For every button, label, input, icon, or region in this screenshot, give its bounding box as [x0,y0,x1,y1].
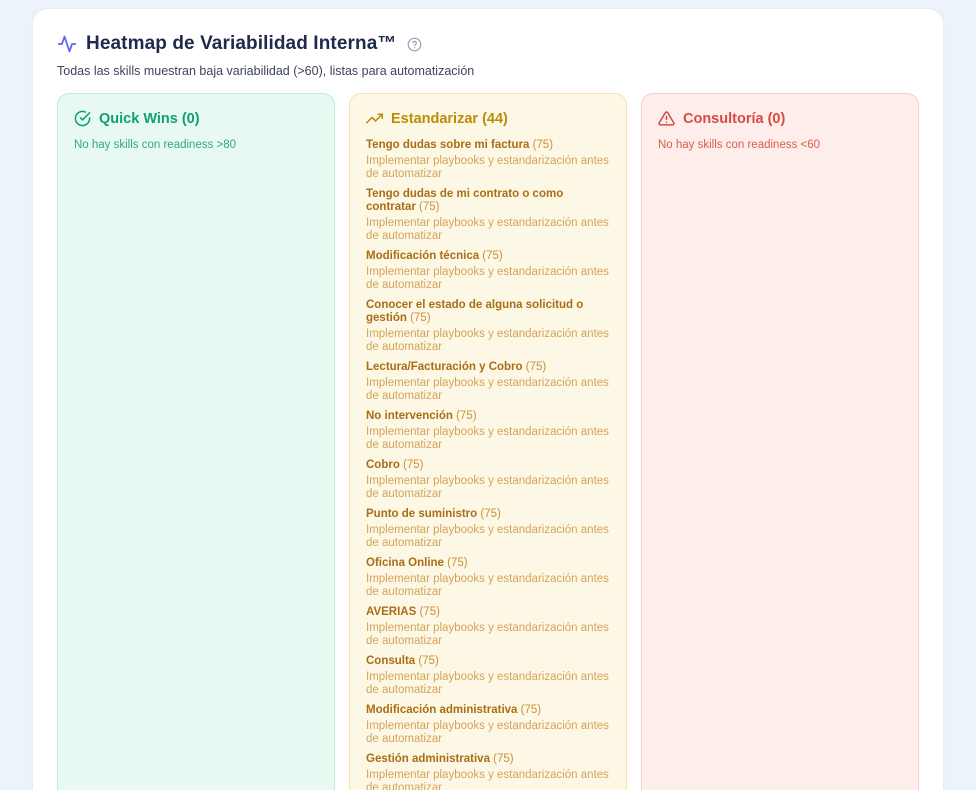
skill-item: Consulta (75) Implementar playbooks y est… [366,655,610,697]
skill-score: (75) [416,606,440,618]
skill-score: (75) [400,459,424,471]
skill-note: Implementar playbooks y estandarización … [366,377,610,403]
skill-score: (75) [517,704,541,716]
skill-name: Tengo dudas de mi contrato o como contra… [366,188,563,213]
skill-note: Implementar playbooks y estandarización … [366,573,610,599]
empty-state-text: No hay skills con readiness <60 [658,139,902,151]
skill-name: Lectura/Facturación y Cobro [366,361,523,373]
heatmap-card: Heatmap de Variabilidad Interna™ Todas l… [32,8,944,790]
skill-name: No intervención [366,410,453,422]
skill-item: AVERIAS (75) Implementar playbooks y esta… [366,606,610,648]
skill-note: Implementar playbooks y estandarización … [366,671,610,697]
skill-item: No intervención (75) Implementar playbook… [366,410,610,452]
page: { "header": { "title": "Heatmap de Varia… [0,8,976,790]
skill-score: (75) [415,655,439,667]
skill-item: Modificación técnica (75) Implementar pla… [366,250,610,292]
skill-name: Gestión administrativa [366,753,490,765]
page-subtitle: Todas las skills muestran baja variabili… [57,64,919,78]
skill-note: Implementar playbooks y estandarización … [366,328,610,354]
skill-score: (75) [529,139,553,151]
alert-triangle-icon [658,110,675,127]
column-title: Quick Wins (0) [99,111,200,127]
skill-note: Implementar playbooks y estandarización … [366,622,610,648]
activity-icon [57,34,77,54]
skill-item: Lectura/Facturación y Cobro (75) Implemen… [366,361,610,403]
skill-item: Modificación administrativa (75) Implemen… [366,704,610,746]
skill-name: AVERIAS [366,606,416,618]
page-title: Heatmap de Variabilidad Interna™ [86,33,396,55]
skill-note: Implementar playbooks y estandarización … [366,524,610,550]
estandarizar-column: Estandarizar (44) Tengo dudas sobre mi f… [349,93,627,790]
skill-item: Tengo dudas sobre mi factura (75) Impleme… [366,139,610,181]
skill-name: Modificación técnica [366,250,479,262]
skill-name: Consulta [366,655,415,667]
skill-item: Gestión administrativa (75) Implementar p… [366,753,610,790]
check-circle-icon [74,110,91,127]
skill-name: Punto de suministro [366,508,477,520]
columns-grid: Quick Wins (0) No hay skills con readine… [57,93,919,790]
skill-name: Oficina Online [366,557,444,569]
skill-note: Implementar playbooks y estandarización … [366,475,610,501]
skill-item: Tengo dudas de mi contrato o como contra… [366,188,610,243]
skill-item: Conocer el estado de alguna solicitud o … [366,299,610,354]
column-header: Estandarizar (44) [366,110,610,127]
column-title: Consultoría (0) [683,111,785,127]
skill-item: Oficina Online (75) Implementar playbooks… [366,557,610,599]
skill-score: (75) [416,201,440,213]
empty-state-text: No hay skills con readiness >80 [74,139,318,151]
column-header: Quick Wins (0) [74,110,318,127]
skill-score: (75) [477,508,501,520]
consultoria-column: Consultoría (0) No hay skills con readin… [641,93,919,790]
skill-note: Implementar playbooks y estandarización … [366,720,610,746]
trending-up-icon [366,110,383,127]
quick-wins-column: Quick Wins (0) No hay skills con readine… [57,93,335,790]
card-header: Heatmap de Variabilidad Interna™ [57,33,919,55]
skill-score: (75) [407,312,431,324]
skill-note: Implementar playbooks y estandarización … [366,217,610,243]
help-circle-icon[interactable] [407,37,422,52]
skill-list: Tengo dudas sobre mi factura (75) Impleme… [366,139,610,790]
skill-name: Conocer el estado de alguna solicitud o … [366,299,583,324]
skill-note: Implementar playbooks y estandarización … [366,266,610,292]
skill-name: Modificación administrativa [366,704,517,716]
skill-name: Tengo dudas sobre mi factura [366,139,529,151]
column-title: Estandarizar (44) [391,111,508,127]
skill-score: (75) [453,410,477,422]
skill-note: Implementar playbooks y estandarización … [366,426,610,452]
skill-note: Implementar playbooks y estandarización … [366,769,610,790]
column-header: Consultoría (0) [658,110,902,127]
skill-score: (75) [444,557,468,569]
skill-score: (75) [479,250,503,262]
skill-item: Punto de suministro (75) Implementar play… [366,508,610,550]
skill-name: Cobro [366,459,400,471]
skill-score: (75) [490,753,514,765]
skill-item: Cobro (75) Implementar playbooks y estand… [366,459,610,501]
skill-score: (75) [523,361,547,373]
skill-note: Implementar playbooks y estandarización … [366,155,610,181]
